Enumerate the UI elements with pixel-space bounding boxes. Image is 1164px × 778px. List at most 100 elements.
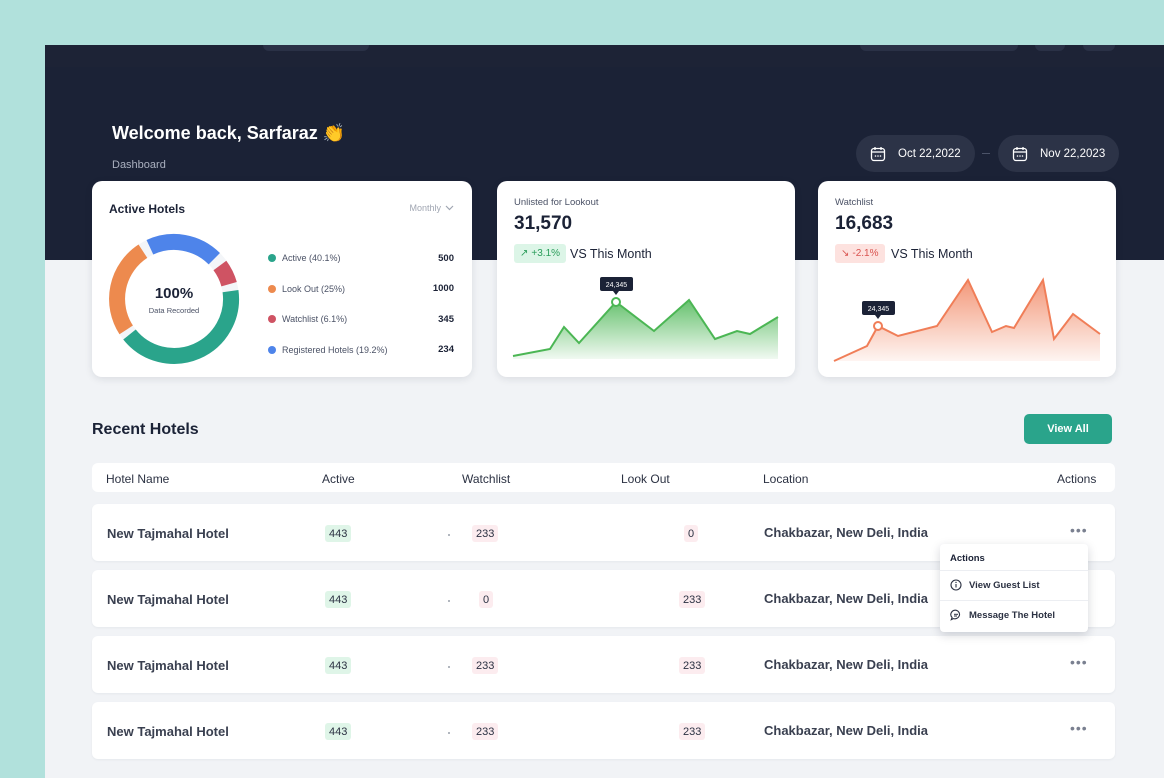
date-range-separator bbox=[982, 153, 990, 154]
legend-item-registered: Registered Hotels (19.2%) 234 bbox=[268, 335, 454, 366]
dot bbox=[448, 732, 450, 734]
chevron-down-icon bbox=[445, 205, 454, 211]
arrow-down-right-icon: ↘ bbox=[841, 248, 850, 259]
hotel-name: New Tajmahal Hotel bbox=[107, 724, 229, 739]
unlisted-card: 24,345 Unlisted for Lookout 31,570 ↗ +3.… bbox=[497, 181, 795, 377]
kpi-value: 16,683 bbox=[835, 213, 894, 234]
watchlist-count: 233 bbox=[472, 657, 499, 674]
donut-chart: 100% Data Recorded bbox=[109, 233, 240, 364]
dot bbox=[448, 534, 450, 536]
lookout-count: 0 bbox=[684, 525, 699, 542]
hotel-name: New Tajmahal Hotel bbox=[107, 658, 229, 673]
calendar-icon bbox=[1012, 146, 1028, 161]
location: Chakbazar, New Deli, India bbox=[764, 657, 928, 672]
divider bbox=[940, 570, 1088, 571]
clapping-hands-icon: 👏 bbox=[322, 123, 346, 143]
period-dropdown[interactable]: Monthly bbox=[409, 203, 454, 213]
column-header-lookout[interactable]: Look Out bbox=[621, 472, 670, 486]
watchlist-count: 233 bbox=[472, 525, 499, 542]
sparkline-area bbox=[834, 280, 1100, 361]
change-badge: ↗ +3.1% bbox=[514, 244, 567, 263]
watchlist-sparkline: 24,345 bbox=[833, 277, 1101, 362]
legend-dot bbox=[268, 284, 276, 293]
date-to-label: Nov 22,2023 bbox=[1040, 147, 1106, 160]
tooltip-value: 24,345 bbox=[868, 306, 890, 313]
active-count: 443 bbox=[325, 657, 352, 674]
date-to-picker[interactable]: Nov 22,2023 bbox=[998, 135, 1120, 172]
menu-item-view-guest-list[interactable]: View Guest List bbox=[950, 579, 1040, 591]
menu-item-message-hotel[interactable]: Message The Hotel bbox=[950, 609, 1055, 621]
donut-segment-lookout bbox=[109, 244, 148, 335]
watchlist-count: 233 bbox=[472, 723, 499, 740]
watchlist-count: 0 bbox=[479, 591, 494, 608]
app-frame: Welcome back, Sarfaraz 👏 Dashboard Oct 2… bbox=[45, 45, 1164, 778]
column-header-watchlist[interactable]: Watchlist bbox=[462, 472, 510, 486]
avatar[interactable] bbox=[1083, 45, 1115, 51]
actions-menu: Actions View Guest List Message The Hote… bbox=[940, 544, 1088, 632]
calendar-icon bbox=[870, 146, 886, 161]
tooltip-pointer bbox=[875, 315, 881, 319]
top-nav-bar bbox=[45, 45, 1164, 67]
sparkline-marker bbox=[873, 321, 883, 331]
comparison-label: VS This Month bbox=[891, 247, 973, 261]
donut-center-label: Data Recorded bbox=[149, 306, 199, 315]
hotel-name: New Tajmahal Hotel bbox=[107, 592, 229, 607]
lookout-count: 233 bbox=[679, 591, 706, 608]
active-count: 443 bbox=[325, 591, 352, 608]
section-title: Recent Hotels bbox=[92, 421, 199, 438]
kpi-subtitle: Unlisted for Lookout bbox=[514, 197, 599, 208]
legend-item-lookout: Look Out (25%) 1000 bbox=[268, 274, 454, 305]
breadcrumb: Dashboard bbox=[112, 159, 166, 171]
donut-legend: Active (40.1%) 500 Look Out (25%) 1000 W… bbox=[268, 243, 454, 365]
hotel-name: New Tajmahal Hotel bbox=[107, 526, 229, 541]
column-header-hotel-name[interactable]: Hotel Name bbox=[106, 472, 169, 486]
lookout-count: 233 bbox=[679, 657, 706, 674]
message-icon bbox=[950, 609, 961, 621]
watchlist-card: 24,345 Watchlist 16,683 ↘ -2.1% VS This … bbox=[818, 181, 1116, 377]
donut-segment-watchlist bbox=[213, 260, 237, 287]
legend-dot bbox=[268, 315, 276, 324]
column-header-active[interactable]: Active bbox=[322, 472, 355, 486]
kpi-value: 31,570 bbox=[514, 213, 573, 234]
nav-icon-button[interactable] bbox=[1035, 45, 1065, 51]
dot bbox=[448, 600, 450, 602]
arrow-up-right-icon: ↗ bbox=[520, 248, 529, 259]
date-from-label: Oct 22,2022 bbox=[898, 147, 961, 160]
more-options-icon[interactable]: ••• bbox=[1070, 522, 1088, 538]
lookout-count: 233 bbox=[679, 723, 706, 740]
divider bbox=[940, 600, 1088, 601]
tooltip-pointer bbox=[613, 291, 619, 295]
card-title: Active Hotels bbox=[109, 202, 186, 216]
sparkline-area bbox=[513, 300, 778, 359]
change-badge: ↘ -2.1% bbox=[835, 244, 885, 263]
kpi-subtitle: Watchlist bbox=[835, 197, 874, 208]
location: Chakbazar, New Deli, India bbox=[764, 723, 928, 738]
location: Chakbazar, New Deli, India bbox=[764, 591, 928, 606]
info-icon bbox=[950, 579, 962, 591]
nav-input[interactable] bbox=[860, 45, 1018, 51]
legend-item-active: Active (40.1%) 500 bbox=[268, 243, 454, 274]
more-options-icon[interactable]: ••• bbox=[1070, 654, 1088, 670]
nav-search-box[interactable] bbox=[263, 45, 369, 51]
page-title: Welcome back, Sarfaraz 👏 bbox=[112, 123, 346, 143]
date-from-picker[interactable]: Oct 22,2022 bbox=[856, 135, 975, 172]
tooltip-value: 24,345 bbox=[606, 282, 628, 289]
dot bbox=[448, 666, 450, 668]
menu-title: Actions bbox=[950, 553, 985, 564]
location: Chakbazar, New Deli, India bbox=[764, 525, 928, 540]
table-row[interactable]: New Tajmahal Hotel 443 233 233 Chakbazar… bbox=[92, 636, 1115, 693]
active-hotels-card: Active Hotels Monthly 100% Data Recorded… bbox=[92, 181, 472, 377]
unlisted-sparkline: 24,345 bbox=[512, 277, 779, 359]
active-count: 443 bbox=[325, 723, 352, 740]
comparison-label: VS This Month bbox=[570, 247, 652, 261]
table-row[interactable]: New Tajmahal Hotel 443 233 233 Chakbazar… bbox=[92, 702, 1115, 759]
column-header-location[interactable]: Location bbox=[763, 472, 808, 486]
sparkline-marker bbox=[611, 297, 621, 307]
donut-center-value: 100% bbox=[155, 285, 193, 302]
legend-dot bbox=[268, 254, 276, 263]
donut-segment-registered bbox=[146, 233, 220, 265]
view-all-button[interactable]: View All bbox=[1024, 414, 1112, 444]
more-options-icon[interactable]: ••• bbox=[1070, 720, 1088, 736]
active-count: 443 bbox=[325, 525, 352, 542]
table-header: Hotel Name Active Watchlist Look Out Loc… bbox=[92, 463, 1115, 492]
